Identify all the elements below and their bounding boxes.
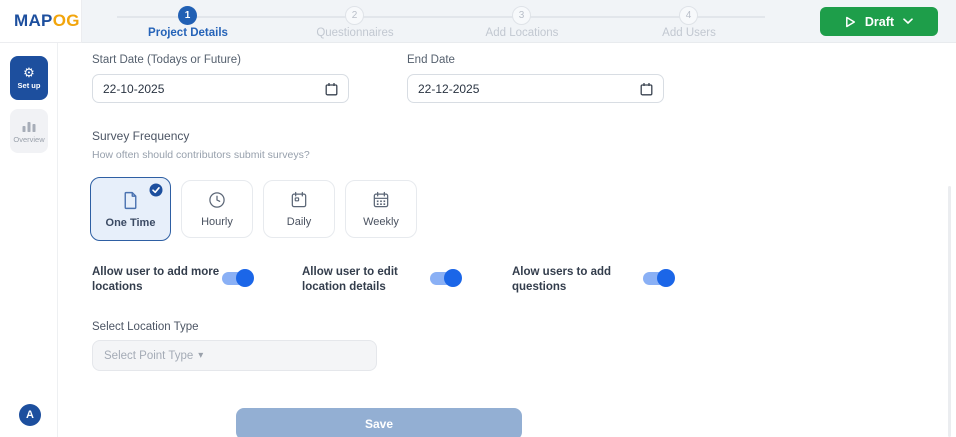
start-date-input[interactable]: 22-10-2025 xyxy=(92,74,349,103)
calendar-week-icon xyxy=(373,191,389,208)
end-date-label: End Date xyxy=(407,54,455,66)
toggle-label-add-questions: Alow users to add questions xyxy=(512,266,612,293)
step-circle-add-locations[interactable]: 3 xyxy=(512,6,531,25)
caret-down-icon: ▾ xyxy=(198,350,204,361)
toggle-knob xyxy=(657,269,675,287)
stepper-connector-line xyxy=(117,16,765,18)
dropdown-placeholder: Select Point Type xyxy=(104,349,194,362)
clock-icon xyxy=(209,192,225,208)
step-label-add-locations[interactable]: Add Locations xyxy=(447,27,597,39)
survey-frequency-label: Survey Frequency xyxy=(92,129,190,143)
document-icon xyxy=(124,191,137,209)
frequency-option-daily[interactable]: Daily xyxy=(263,180,335,238)
start-date-value: 22-10-2025 xyxy=(103,81,165,96)
start-date-label: Start Date (Todays or Future) xyxy=(92,54,241,66)
calendar-icon[interactable] xyxy=(325,82,338,96)
stepper: 1 Project Details 2 Questionnaires 3 Add… xyxy=(82,0,956,43)
survey-frequency-hint: How often should contributors submit sur… xyxy=(92,149,310,161)
sidebar-item-overview[interactable]: Overview xyxy=(10,109,48,153)
toggle-edit-details[interactable] xyxy=(430,269,462,287)
step-number: 3 xyxy=(518,10,525,21)
frequency-option-label: Hourly xyxy=(201,216,233,228)
step-circle-add-users[interactable]: 4 xyxy=(679,6,698,25)
toggle-label-add-locations: Allow user to add more locations xyxy=(92,266,220,293)
header: 1 Project Details 2 Questionnaires 3 Add… xyxy=(0,0,956,43)
frequency-option-hourly[interactable]: Hourly xyxy=(181,180,253,238)
sidebar-item-setup[interactable]: ⚙ Set up xyxy=(10,56,48,100)
step-number: 1 xyxy=(184,10,191,21)
sidebar-item-label: Set up xyxy=(17,81,41,90)
frequency-option-label: Daily xyxy=(286,216,312,228)
logo-text-map: MAP xyxy=(14,11,53,30)
logo-text: MAPOG xyxy=(14,11,80,31)
step-label-project-details[interactable]: Project Details xyxy=(113,27,263,39)
toggle-add-locations[interactable] xyxy=(222,269,254,287)
logo-text-og: OG xyxy=(52,11,80,30)
toggle-add-questions[interactable] xyxy=(643,269,675,287)
calendar-day-icon xyxy=(291,191,307,208)
app-logo[interactable]: MAPOG xyxy=(0,0,82,43)
step-label-questionnaires[interactable]: Questionnaires xyxy=(280,27,430,39)
sidebar: ⚙ Set up Overview A xyxy=(0,43,58,437)
play-icon xyxy=(845,16,855,27)
main-content: Start Date (Todays or Future) 22-10-2025… xyxy=(58,43,956,437)
toggle-knob xyxy=(444,269,462,287)
draft-button-label: Draft xyxy=(864,14,895,29)
end-date-value: 22-12-2025 xyxy=(418,81,480,96)
calendar-icon[interactable] xyxy=(640,82,653,96)
save-button[interactable]: Save xyxy=(236,408,522,437)
step-label-add-users[interactable]: Add Users xyxy=(614,27,764,39)
toggle-knob xyxy=(236,269,254,287)
location-type-label: Select Location Type xyxy=(92,321,199,333)
step-circle-project-details[interactable]: 1 xyxy=(178,6,197,25)
draft-button[interactable]: Draft xyxy=(820,7,938,36)
bar-chart-icon xyxy=(22,121,36,132)
chevron-down-icon xyxy=(903,18,913,24)
step-number: 4 xyxy=(685,10,692,21)
gear-icon: ⚙ xyxy=(23,65,35,80)
step-circle-questionnaires[interactable]: 2 xyxy=(345,6,364,25)
location-type-dropdown[interactable]: Select Point Type ▾ xyxy=(92,340,377,371)
frequency-option-label: One Time xyxy=(105,216,156,229)
frequency-option-weekly[interactable]: Weekly xyxy=(345,180,417,238)
frequency-option-one-time[interactable]: One Time xyxy=(90,177,171,241)
frequency-options: One Time Hourly Daily Weekly xyxy=(90,177,417,241)
step-number: 2 xyxy=(351,10,358,21)
scrollbar[interactable] xyxy=(948,186,951,437)
check-badge-icon xyxy=(149,183,163,197)
user-avatar[interactable]: A xyxy=(19,404,41,426)
sidebar-item-label: Overview xyxy=(13,134,45,144)
frequency-option-label: Weekly xyxy=(363,216,399,228)
end-date-input[interactable]: 22-12-2025 xyxy=(407,74,664,103)
toggle-label-edit-details: Allow user to edit location details xyxy=(302,266,398,293)
